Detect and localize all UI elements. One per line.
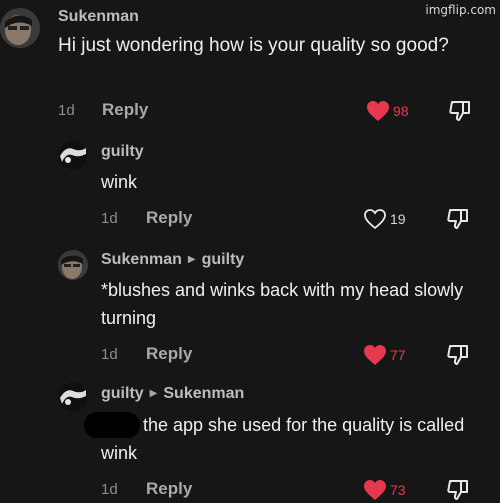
username-text[interactable]: guilty	[101, 385, 144, 402]
comment-meta: 1d Reply 73	[101, 478, 498, 502]
comment-text: the app she used for the quality is call…	[101, 415, 465, 463]
profile-photo-icon	[58, 140, 88, 170]
profile-photo-icon	[0, 8, 40, 48]
comment-4: guilty ▶ Sukenman the app she used for the…	[0, 376, 500, 503]
reply-arrow-icon: ▶	[149, 388, 158, 399]
avatar-guilty[interactable]	[58, 382, 88, 412]
like-count: 98	[393, 103, 409, 119]
comment-age: 1d	[101, 210, 118, 227]
like-count: 77	[390, 347, 406, 363]
thumbs-down-icon[interactable]	[446, 207, 470, 231]
username-text[interactable]: Sukenman	[101, 251, 182, 268]
reply-to-username[interactable]: Sukenman	[163, 385, 244, 402]
reply-button[interactable]: Reply	[146, 208, 192, 228]
reply-to-username[interactable]: guilty	[202, 251, 245, 268]
comment-username[interactable]: Sukenman ▶ guilty	[101, 251, 244, 269]
comment-3: Sukenman ▶ guilty *blushes and winks back …	[0, 240, 500, 376]
comment-text: wink	[101, 172, 138, 192]
comment-username[interactable]: guilty ▶ Sukenman	[101, 385, 244, 403]
reply-button[interactable]: Reply	[146, 344, 192, 364]
comment-username[interactable]: Sukenman	[58, 8, 139, 26]
like-count: 19	[390, 211, 406, 227]
thumbs-down-icon[interactable]	[448, 99, 472, 123]
comment-age: 1d	[58, 102, 75, 119]
heart-filled-icon	[364, 480, 386, 500]
comment-text: *blushes and winks back with my head slo…	[101, 280, 464, 328]
username-text[interactable]: guilty	[101, 143, 144, 160]
reply-button[interactable]: Reply	[102, 100, 148, 120]
avatar-guilty[interactable]	[58, 140, 88, 170]
reply-arrow-icon: ▶	[187, 254, 196, 265]
reply-button[interactable]: Reply	[146, 479, 192, 499]
heart-filled-icon	[367, 101, 389, 121]
profile-photo-icon	[58, 382, 88, 412]
heart-outline-icon	[364, 209, 386, 230]
comment-age: 1d	[101, 346, 118, 363]
comment-1: Sukenman Hi just wondering how is your q…	[0, 0, 500, 130]
comment-meta: 1d Reply 98	[58, 99, 498, 123]
comment-meta: 1d Reply 77	[101, 343, 498, 367]
comment-text: Hi just wondering how is your quality so…	[58, 35, 449, 56]
comment-age: 1d	[101, 481, 118, 498]
comment-2: guilty wink 1d Reply 19	[0, 130, 500, 240]
heart-filled-icon	[364, 345, 386, 365]
comment-username[interactable]: guilty	[101, 143, 144, 161]
profile-photo-icon	[58, 250, 88, 280]
avatar-sukenman[interactable]	[0, 8, 40, 48]
username-text[interactable]: Sukenman	[58, 8, 139, 25]
thumbs-down-icon[interactable]	[446, 478, 470, 502]
thumbs-down-icon[interactable]	[446, 343, 470, 367]
comment-meta: 1d Reply 19	[101, 207, 498, 231]
like-count: 73	[390, 482, 406, 498]
avatar-sukenman[interactable]	[58, 250, 88, 280]
